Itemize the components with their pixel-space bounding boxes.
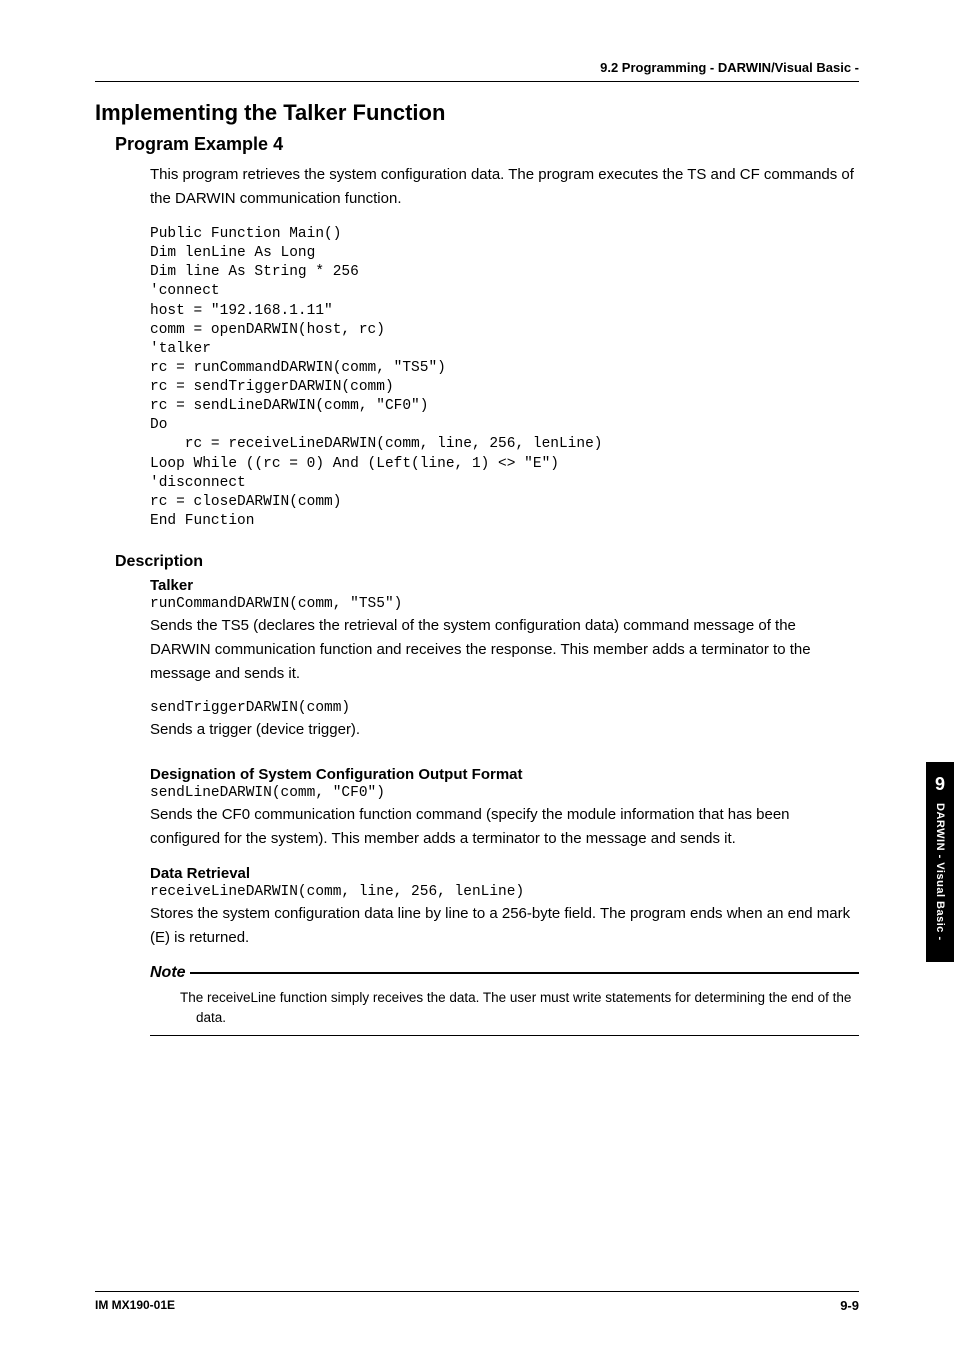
footer-page-number: 9-9	[840, 1298, 859, 1313]
note-text: The receiveLine function simply receives…	[180, 988, 859, 1029]
description-heading: Description	[115, 553, 859, 571]
retrieval-para: Stores the system configuration data lin…	[150, 902, 859, 950]
designation-code: sendLineDARWIN(comm, "CF0")	[150, 785, 859, 801]
page-title: Implementing the Talker Function	[95, 100, 859, 126]
footer-doc-id: IM MX190-01E	[95, 1298, 175, 1313]
code-example: Public Function Main() Dim lenLine As Lo…	[150, 225, 859, 531]
chapter-number: 9	[926, 774, 954, 795]
talker-code-2: sendTriggerDARWIN(comm)	[150, 700, 859, 716]
talker-para-2: Sends a trigger (device trigger).	[150, 718, 859, 742]
running-header: 9.2 Programming - DARWIN/Visual Basic -	[95, 60, 859, 82]
talker-para-1: Sends the TS5 (declares the retrieval of…	[150, 614, 859, 686]
note-heading: Note	[150, 964, 859, 982]
section-heading-example: Program Example 4	[115, 134, 859, 155]
note-rule-top	[190, 972, 859, 974]
note-rule-bottom	[150, 1035, 859, 1037]
talker-heading: Talker	[150, 577, 859, 594]
designation-heading: Designation of System Configuration Outp…	[150, 766, 859, 783]
retrieval-code: receiveLineDARWIN(comm, line, 256, lenLi…	[150, 884, 859, 900]
retrieval-heading: Data Retrieval	[150, 865, 859, 882]
chapter-label: DARWIN - Visual Basic -	[934, 803, 946, 941]
designation-para: Sends the CF0 communication function com…	[150, 803, 859, 851]
chapter-tab: 9 DARWIN - Visual Basic -	[926, 762, 954, 962]
talker-code-1: runCommandDARWIN(comm, "TS5")	[150, 596, 859, 612]
intro-paragraph: This program retrieves the system config…	[150, 163, 859, 211]
note-label: Note	[150, 964, 186, 982]
page-footer: IM MX190-01E 9-9	[95, 1291, 859, 1313]
